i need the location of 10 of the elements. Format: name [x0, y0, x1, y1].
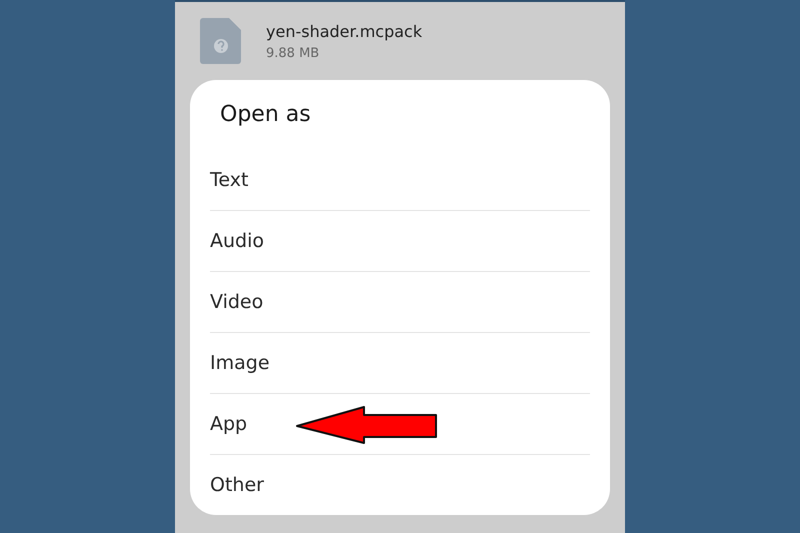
menu-option[interactable]: Other [210, 454, 590, 515]
menu-option[interactable]: Video [210, 271, 590, 332]
menu-option[interactable]: App [210, 393, 590, 454]
dialog-title: Open as [219, 101, 312, 129]
menu-option[interactable]: Image [210, 332, 590, 393]
file-name: yen-shader.mcpack [266, 22, 422, 40]
menu-option[interactable]: Text [210, 149, 590, 210]
file-size: 9.88 MB [266, 46, 320, 60]
menu-option[interactable]: Audio [210, 210, 590, 271]
unknown-file-icon [200, 18, 241, 64]
